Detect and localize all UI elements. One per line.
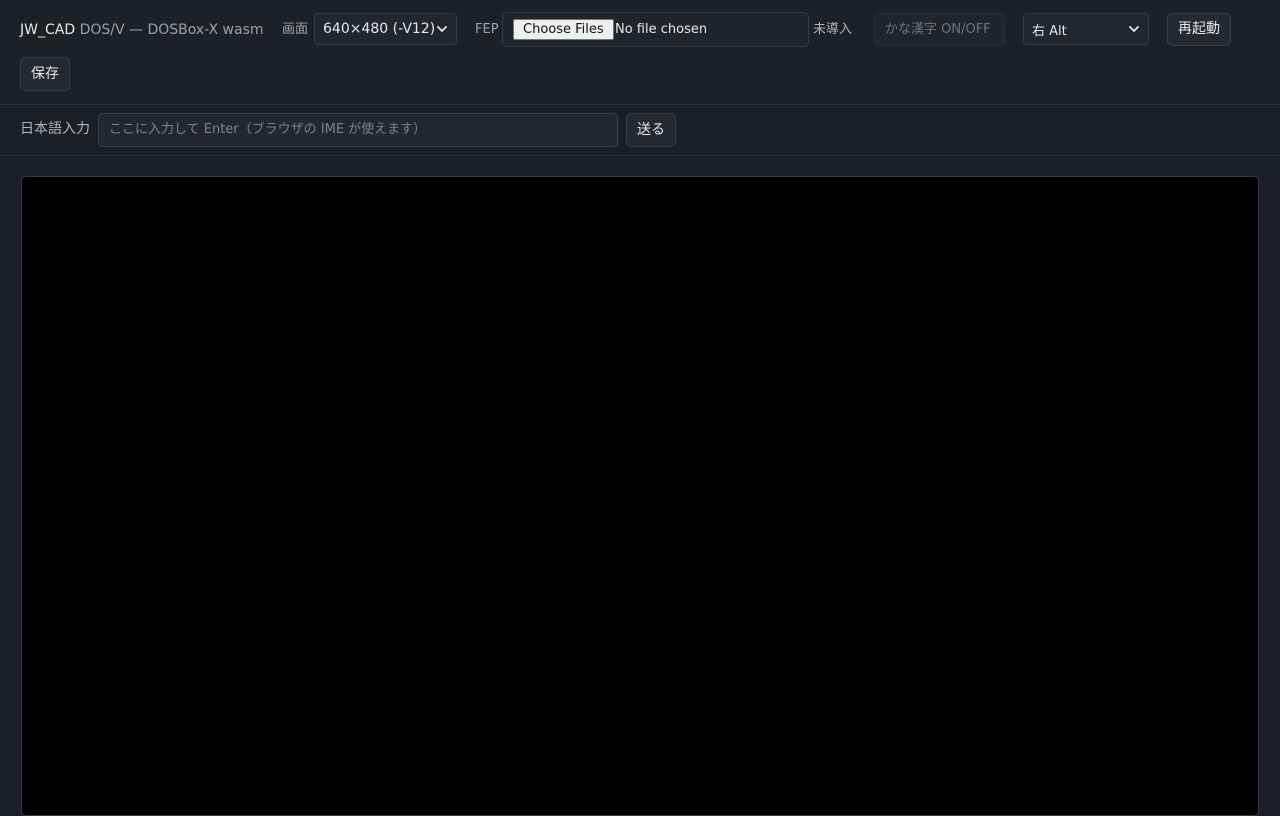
toggle-key-value: 右 Alt xyxy=(1032,23,1067,39)
app-title-main: JW_CAD xyxy=(20,22,76,38)
file-status-text: No file chosen xyxy=(615,22,708,37)
chevron-down-icon xyxy=(437,26,447,32)
fep-status: 未導入 xyxy=(813,22,853,37)
app-title-sub: DOS/V — DOSBox-X wasm xyxy=(79,22,264,38)
emulator-screen[interactable] xyxy=(21,176,1259,816)
choose-files-button[interactable]: Choose Files xyxy=(513,19,614,40)
fep-file-input[interactable]: Choose Files No file chosen xyxy=(502,12,809,47)
screen-label: 画面 xyxy=(282,22,309,37)
ime-input-label: 日本語入力 xyxy=(20,121,90,137)
screen-mode-select[interactable]: 640×480 (-V12) xyxy=(314,13,457,45)
fep-label: FEP xyxy=(475,22,499,37)
ime-input-bar: 日本語入力 ここに入力して Enter（ブラウザの IME が使えます） 送る xyxy=(0,105,1280,156)
send-button[interactable]: 送る xyxy=(626,113,676,147)
top-toolbar: JW_CAD DOS/V — DOSBox-X wasm 画面 640×480 … xyxy=(0,0,1280,105)
toggle-key-select[interactable]: 右 Alt xyxy=(1023,13,1149,45)
chevron-down-icon xyxy=(1129,26,1139,32)
screen-mode-value: 640×480 (-V12) xyxy=(323,21,436,37)
restart-button[interactable]: 再起動 xyxy=(1167,13,1231,46)
kana-kanji-placeholder: かな漢字 ON/OFF xyxy=(885,22,991,37)
save-button[interactable]: 保存 xyxy=(20,57,70,91)
kana-kanji-toggle-input[interactable]: かな漢字 ON/OFF xyxy=(874,13,1005,46)
app-title: JW_CAD DOS/V — DOSBox-X wasm xyxy=(20,21,264,39)
japanese-text-placeholder: ここに入力して Enter（ブラウザの IME が使えます） xyxy=(109,122,427,137)
japanese-text-input[interactable]: ここに入力して Enter（ブラウザの IME が使えます） xyxy=(98,113,618,147)
